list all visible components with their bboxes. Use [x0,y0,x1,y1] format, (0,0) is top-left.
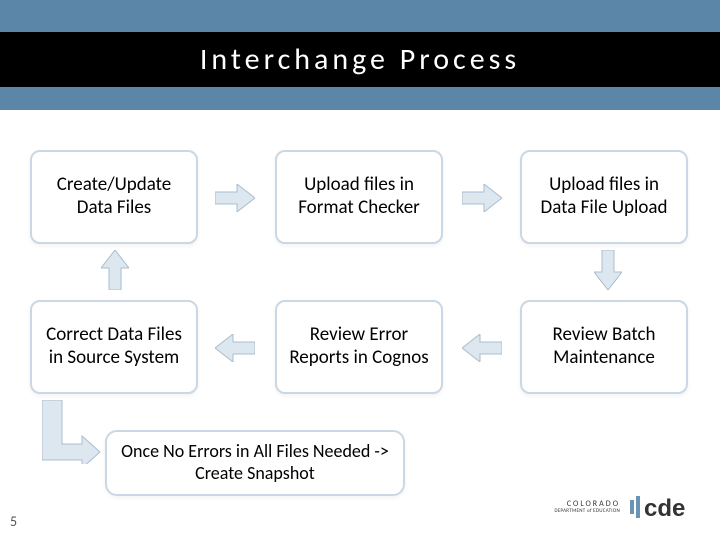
arrow-left-icon [462,334,502,362]
step-label: Upload files in Data File Upload [532,174,676,220]
step-review-cognos: Review Error Reports in Cognos [275,300,443,394]
step-label: Correct Data Files in Source System [42,324,186,370]
arrow-up-icon [101,250,129,290]
cde-logo-icon: cde [630,492,702,522]
step-label: Upload files in Format Checker [287,174,431,220]
title-band: Interchange Process [0,0,720,110]
step-create-update: Create/Update Data Files [30,150,198,244]
title-bar: Interchange Process [0,32,720,87]
step-data-file-upload: Upload files in Data File Upload [520,150,688,244]
arrow-left-icon [215,334,255,362]
arrow-right-icon [462,184,502,212]
slide: Interchange Process Create/Update Data F… [0,0,720,540]
step-label: Review Batch Maintenance [532,324,676,370]
step-review-batch: Review Batch Maintenance [520,300,688,394]
slide-title: Interchange Process [200,41,520,78]
step-label: Create/Update Data Files [42,174,186,220]
step-label: Once No Errors in All Files Needed -> Cr… [117,441,393,484]
arrow-right-icon [215,184,255,212]
logo-line2: DEPARTMENT of EDUCATION [554,509,620,515]
page-number: 5 [10,513,17,530]
logo-text: COLORADO DEPARTMENT of EDUCATION [554,500,620,514]
arrow-elbow-right-icon [42,400,102,464]
step-create-snapshot: Once No Errors in All Files Needed -> Cr… [105,430,405,496]
footer-logo: COLORADO DEPARTMENT of EDUCATION cde [554,492,702,522]
step-format-checker: Upload files in Format Checker [275,150,443,244]
svg-text:cde: cde [644,495,685,522]
arrow-down-icon [594,250,622,290]
step-correct-source: Correct Data Files in Source System [30,300,198,394]
step-label: Review Error Reports in Cognos [287,324,431,370]
